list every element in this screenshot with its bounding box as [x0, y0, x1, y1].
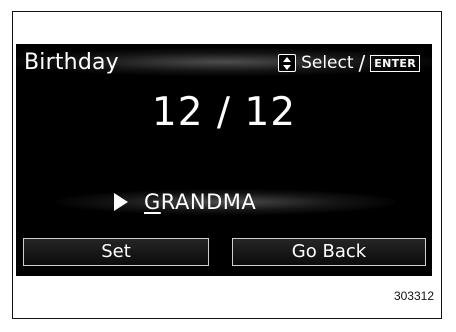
screen-title: Birthday [24, 50, 119, 75]
name-rest: RANDMA [160, 190, 257, 214]
entry-name: GRANDMA [144, 190, 256, 214]
figure-code: 303312 [393, 289, 434, 303]
set-button[interactable]: Set [23, 238, 209, 266]
go-back-button[interactable]: Go Back [232, 238, 426, 266]
name-entry[interactable]: GRANDMA [114, 190, 256, 214]
enter-key-icon: ENTER [370, 54, 420, 72]
select-hint: Select / ENTER [278, 51, 420, 75]
date-value: 12 / 12 [151, 90, 297, 135]
select-label: Select [301, 53, 354, 73]
display-screen: Birthday Select / ENTER 12 / 12 GRANDMA … [16, 44, 432, 276]
play-triangle-icon [114, 193, 128, 211]
name-cursor-letter: G [144, 190, 161, 214]
hint-separator: / [358, 51, 366, 75]
up-down-arrows-icon [278, 54, 297, 72]
